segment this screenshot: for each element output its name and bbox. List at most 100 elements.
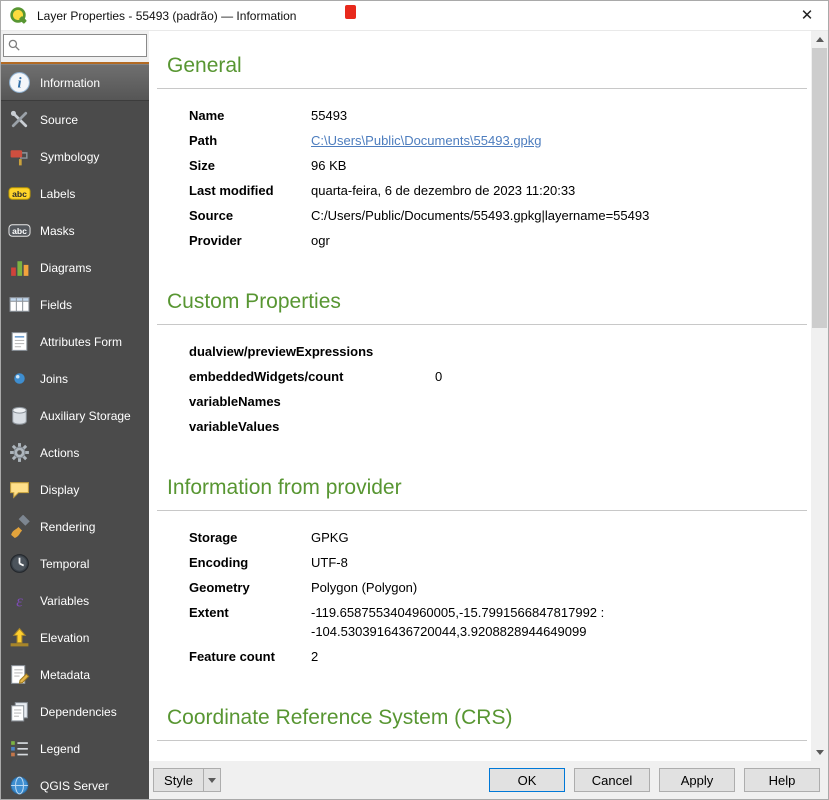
dropdown-arrow-icon [208,778,216,783]
property-value: UTF-8 [311,550,801,575]
qgis-logo-icon [9,6,29,26]
search-box [3,34,147,62]
sidebar-item-elevation[interactable]: Elevation [1,619,149,656]
scroll-down-button[interactable] [811,744,828,761]
sidebar-item-information[interactable]: iInformation [1,64,149,101]
sidebar-item-rendering[interactable]: Rendering [1,508,149,545]
sidebar-item-label: Symbology [40,150,99,164]
property-label: Provider [189,228,311,253]
scroll-up-button[interactable] [811,31,828,48]
section-divider [157,88,807,89]
diagrams-icon [8,256,31,279]
sidebar-item-label: QGIS Server [40,779,109,793]
scrollbar-track[interactable] [811,48,828,744]
style-dropdown-button[interactable] [203,768,221,792]
property-value: C:/Users/Public/Documents/55493.gpkg|lay… [311,203,801,228]
search-icon [7,38,22,53]
dialog-body: iInformationSourceSymbologyabcLabelsabcM… [1,31,828,799]
sidebar-item-label: Display [40,483,79,497]
property-label: Extent [189,600,311,644]
section-heading: Custom Properties [167,289,793,314]
property-value: 55493 [311,103,801,128]
sidebar-item-label: Fields [40,298,72,312]
close-button[interactable]: ✕ [794,4,820,28]
source-icon [8,108,31,131]
svg-text:abc: abc [12,226,27,236]
sidebar-item-label: Source [40,113,78,127]
window-title: Layer Properties - 55493 (padrão) — Info… [37,9,296,23]
scrollbar-thumb[interactable] [812,48,827,328]
sidebar-item-temporal[interactable]: Temporal [1,545,149,582]
property-label: Last modified [189,178,311,203]
property-value: 0 [435,364,801,389]
sidebar-item-qgis-server[interactable]: QGIS Server [1,767,149,799]
sidebar-item-fields[interactable]: Fields [1,286,149,323]
style-button[interactable]: Style [153,768,203,792]
ok-button[interactable]: OK [489,768,565,792]
dependencies-icon [8,700,31,723]
fields-icon [8,293,31,316]
sidebar-item-masks[interactable]: abcMasks [1,212,149,249]
svg-text:ε: ε [16,591,23,610]
left-panel: iInformationSourceSymbologyabcLabelsabcM… [1,31,149,799]
sidebar-item-display[interactable]: Display [1,471,149,508]
layer-properties-dialog: Layer Properties - 55493 (padrão) — Info… [0,0,829,800]
vertical-scrollbar[interactable] [811,31,828,761]
style-split-button: Style [153,768,221,792]
dialog-buttons: OK Cancel Apply Help [489,768,820,792]
attributes-form-icon [8,330,31,353]
temporal-icon [8,552,31,575]
svg-text:abc: abc [12,189,27,199]
sidebar-item-actions[interactable]: Actions [1,434,149,471]
sidebar-item-label: Actions [40,446,79,460]
property-value: -119.6587553404960005,-15.79915668478179… [311,600,801,644]
properties-table: dualview/previewExpressionsembeddedWidge… [189,339,801,439]
content-area: GeneralName55493PathC:\Users\Public\Docu… [149,31,828,761]
sidebar-item-label: Information [40,76,100,90]
properties-table: StorageGPKGEncodingUTF-8GeometryPolygon … [189,525,801,669]
section-heading: General [167,53,793,78]
sidebar-item-metadata[interactable]: Metadata [1,656,149,693]
sidebar-item-symbology[interactable]: Symbology [1,138,149,175]
sidebar-item-label: Auxiliary Storage [40,409,131,423]
cancel-button[interactable]: Cancel [574,768,650,792]
property-label: variableNames [189,389,435,414]
property-value: GPKG [311,525,801,550]
rendering-icon [8,515,31,538]
button-bar: Style OK Cancel Apply Help [149,761,828,799]
sidebar-item-auxiliary-storage[interactable]: Auxiliary Storage [1,397,149,434]
property-label: Geometry [189,575,311,600]
actions-icon [8,441,31,464]
property-value: 2 [311,644,801,669]
section-divider [157,740,807,741]
path-link[interactable]: C:\Users\Public\Documents\55493.gpkg [311,133,542,148]
auxiliary-storage-icon [8,404,31,427]
red-indicator-icon [345,5,356,19]
sidebar-item-diagrams[interactable]: Diagrams [1,249,149,286]
property-value [435,414,801,439]
joins-icon [8,367,31,390]
sidebar-item-attributes-form[interactable]: Attributes Form [1,323,149,360]
variables-icon: ε [8,589,31,612]
sidebar-item-legend[interactable]: Legend [1,730,149,767]
sidebar-item-joins[interactable]: Joins [1,360,149,397]
property-value [435,389,801,414]
search-input[interactable] [3,34,147,57]
titlebar: Layer Properties - 55493 (padrão) — Info… [1,1,828,31]
sidebar-item-labels[interactable]: abcLabels [1,175,149,212]
property-label: Encoding [189,550,311,575]
elevation-icon [8,626,31,649]
property-label: embeddedWidgets/count [189,364,435,389]
sidebar-item-source[interactable]: Source [1,101,149,138]
apply-button[interactable]: Apply [659,768,735,792]
display-icon [8,478,31,501]
symbology-icon [8,145,31,168]
property-label: Feature count [189,644,311,669]
property-value: quarta-feira, 6 de dezembro de 2023 11:2… [311,178,801,203]
sidebar-item-variables[interactable]: εVariables [1,582,149,619]
right-panel: GeneralName55493PathC:\Users\Public\Docu… [149,31,828,799]
help-button[interactable]: Help [744,768,820,792]
sidebar-item-dependencies[interactable]: Dependencies [1,693,149,730]
property-value: ogr [311,228,801,253]
sidebar: iInformationSourceSymbologyabcLabelsabcM… [1,62,149,799]
